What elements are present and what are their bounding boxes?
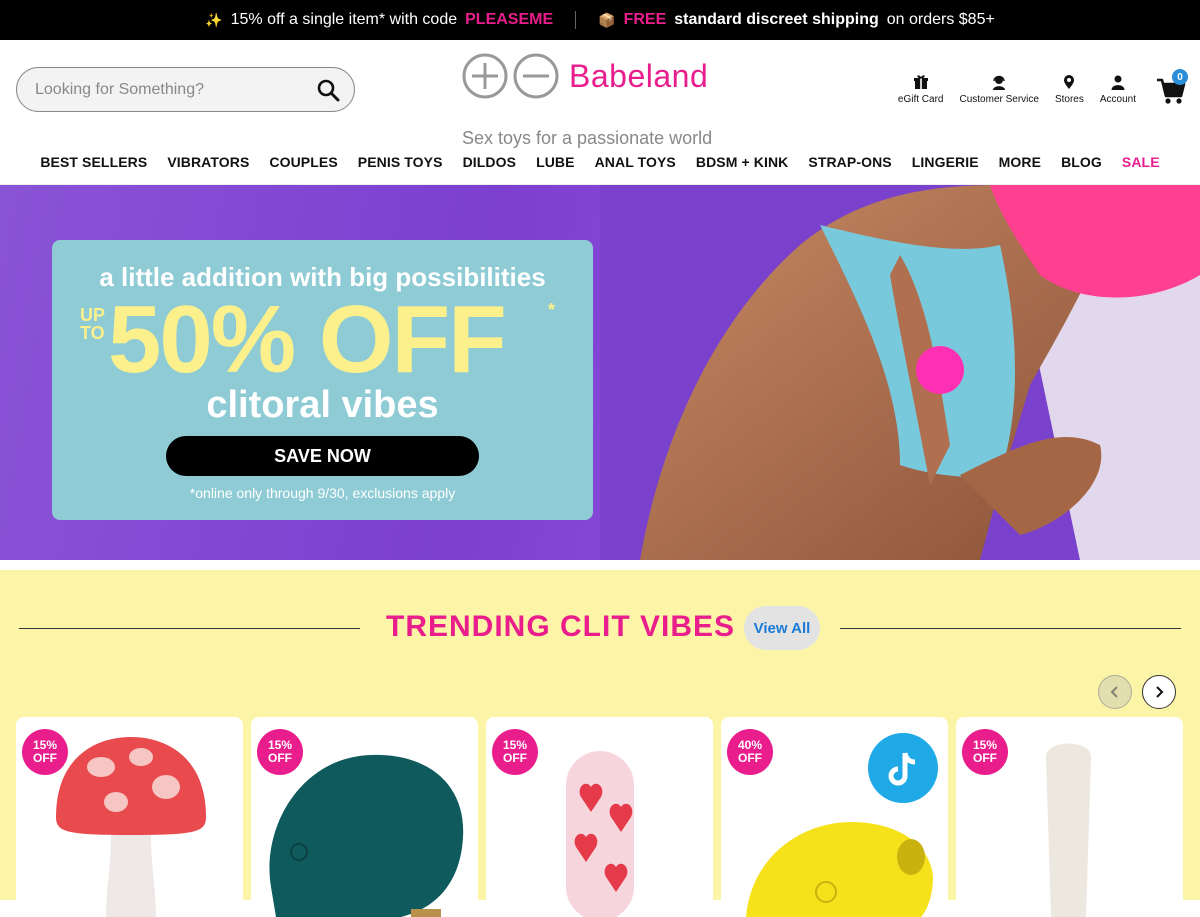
discount-off: OFF <box>503 751 527 765</box>
nav-lingerie[interactable]: LINGERIE <box>902 154 989 170</box>
nav-penis-toys[interactable]: PENIS TOYS <box>348 154 453 170</box>
nav-couples[interactable]: COUPLES <box>259 154 347 170</box>
util-label: Stores <box>1054 94 1084 105</box>
search-box <box>16 67 355 112</box>
promo-shipping[interactable]: 📦 FREE standard discreet shipping on ord… <box>576 11 1017 29</box>
discount-badge: 15% OFF <box>492 729 538 775</box>
shipping-free: FREE <box>623 11 667 28</box>
discount-badge: 15% OFF <box>962 729 1008 775</box>
util-account[interactable]: Account <box>1100 74 1136 105</box>
product-carousel: 15% OFF 15% OFF 15% OFF 40% OFF 15% OFF <box>16 717 1183 917</box>
discount-off: OFF <box>973 751 997 765</box>
util-label: eGift Card <box>897 94 944 105</box>
nav-dildos[interactable]: DILDOS <box>453 154 527 170</box>
discount-badge: 15% OFF <box>257 729 303 775</box>
hero-upto: UP TO <box>80 306 105 342</box>
nav-more[interactable]: MORE <box>989 154 1051 170</box>
product-card[interactable]: 40% OFF <box>721 717 948 917</box>
location-pin-icon <box>1064 75 1075 89</box>
discount-off: OFF <box>738 751 762 765</box>
discount-off: OFF <box>268 751 292 765</box>
search-input[interactable] <box>35 80 316 99</box>
hero-fine-print: *online only through 9/30, exclusions ap… <box>189 485 456 501</box>
discount-badge: 15% OFF <box>22 729 68 775</box>
brand-name: Babeland <box>569 58 709 94</box>
hero-upto-1: UP <box>80 305 106 325</box>
hero-photo <box>600 185 1200 560</box>
headset-icon <box>993 75 1006 90</box>
nav-best-sellers[interactable]: BEST SELLERS <box>30 154 157 170</box>
trending-header: TRENDING CLIT VIBES View All <box>0 606 1200 650</box>
product-card[interactable]: 15% OFF <box>486 717 713 917</box>
product-card[interactable]: 15% OFF <box>251 717 478 917</box>
nav-bdsm-kink[interactable]: BDSM + KINK <box>686 154 799 170</box>
search-icon[interactable] <box>316 78 340 102</box>
user-icon <box>1111 75 1125 90</box>
divider-left <box>19 628 360 629</box>
hero-offer-card: a little addition with big possibilities… <box>52 240 593 520</box>
site-logo[interactable]: Babeland <box>461 52 721 138</box>
hero-product: clitoral vibes <box>206 384 439 426</box>
trending-section: TRENDING CLIT VIBES View All 15% OFF 15%… <box>0 570 1200 917</box>
promo-offer-text: 15% off a single item* with code <box>230 11 458 28</box>
package-icon: 📦 <box>598 11 616 28</box>
hero-banner[interactable]: a little addition with big possibilities… <box>0 185 1200 560</box>
carousel-prev-button[interactable] <box>1098 675 1132 709</box>
site-header: Babeland Sex toys for a passionate world… <box>0 40 1200 148</box>
chevron-right-icon <box>1156 686 1164 698</box>
promo-offer[interactable]: ✨ 15% off a single item* with code PLEAS… <box>183 11 575 29</box>
hero-headline: 50% OFF <box>108 286 507 393</box>
as-seen-on-tiktok-badge <box>868 733 938 803</box>
product-card[interactable]: 15% OFF <box>956 717 1183 917</box>
utility-links: eGift Card Customer Service Stores Accou… <box>897 69 1188 105</box>
util-label: Account <box>1099 94 1136 105</box>
discount-badge: 40% OFF <box>727 729 773 775</box>
util-label: Customer Service <box>959 94 1039 105</box>
hero-asterisk: * <box>548 300 556 320</box>
promo-code: PLEASEME <box>465 11 554 28</box>
nav-strap-ons[interactable]: STRAP-ONS <box>798 154 901 170</box>
plus-minus-logo-icon <box>462 53 559 99</box>
promo-bar: ✨ 15% off a single item* with code PLEAS… <box>0 0 1200 40</box>
tiktok-icon <box>888 752 916 786</box>
nav-anal-toys[interactable]: ANAL TOYS <box>585 154 686 170</box>
chevron-left-icon <box>1110 686 1118 698</box>
product-card[interactable]: 15% OFF <box>16 717 243 917</box>
trending-title: TRENDING CLIT VIBES <box>386 610 736 643</box>
brand-tagline: Sex toys for a passionate world <box>462 128 713 148</box>
view-all-button[interactable]: View All <box>744 606 820 650</box>
util-stores[interactable]: Stores <box>1055 74 1084 105</box>
carousel-arrows <box>1098 675 1176 709</box>
util-egift-card[interactable]: eGift Card <box>897 74 944 105</box>
sparkles-icon: ✨ <box>205 11 223 28</box>
nav-vibrators[interactable]: VIBRATORS <box>157 154 259 170</box>
cart-count-badge: 0 <box>1172 69 1188 85</box>
gift-icon <box>913 75 928 89</box>
nav-lube[interactable]: LUBE <box>526 154 585 170</box>
save-now-button[interactable]: SAVE NOW <box>166 436 479 476</box>
util-customer-service[interactable]: Customer Service <box>959 74 1039 105</box>
nav-sale[interactable]: SALE <box>1112 154 1170 170</box>
hero-upto-2: TO <box>80 323 105 343</box>
discount-off: OFF <box>33 751 57 765</box>
cart-button[interactable]: 0 <box>1156 69 1188 105</box>
shipping-text: standard discreet shipping <box>674 11 879 28</box>
divider-right <box>840 628 1181 629</box>
carousel-next-button[interactable] <box>1142 675 1176 709</box>
nav-blog[interactable]: BLOG <box>1051 154 1112 170</box>
shipping-tail: on orders $85+ <box>886 11 995 28</box>
